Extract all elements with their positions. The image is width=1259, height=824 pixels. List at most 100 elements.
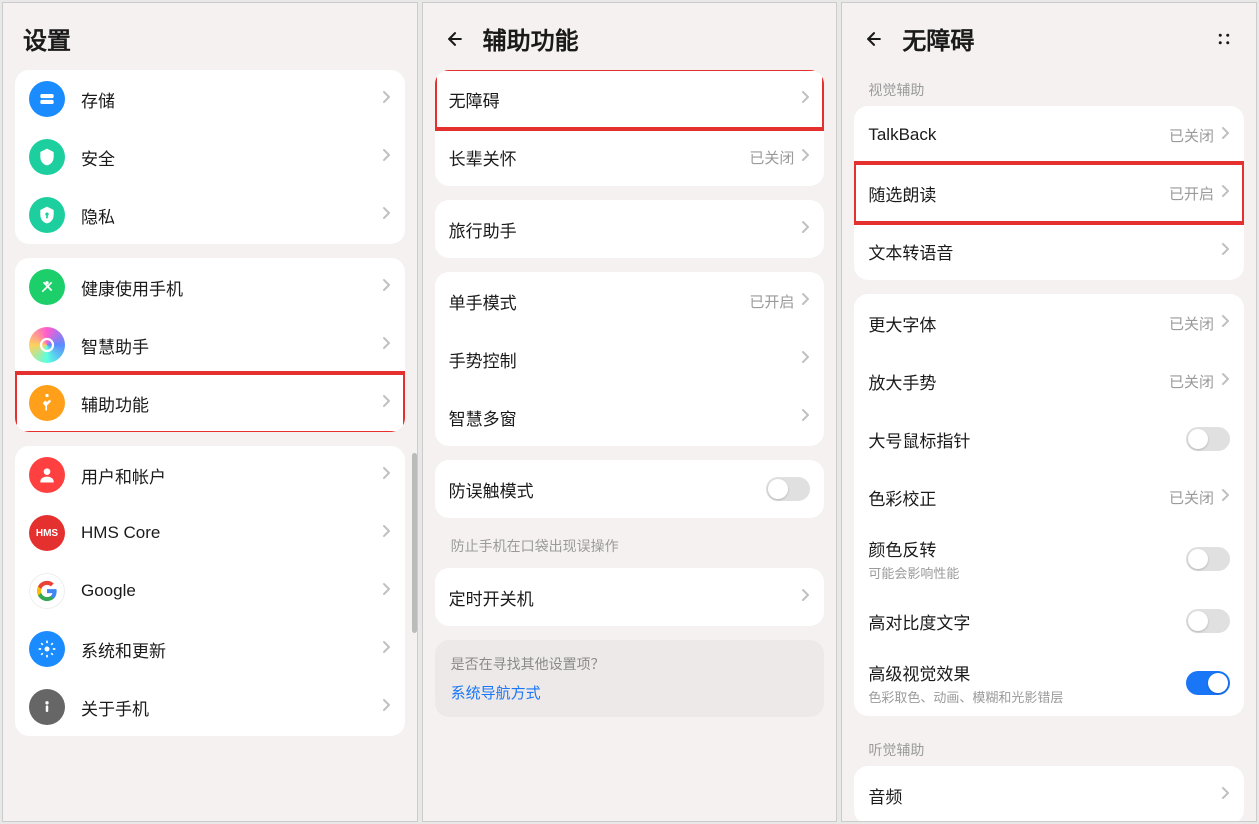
row-text: 放大手势 [868, 369, 1169, 394]
row-colorcorrect[interactable]: 色彩校正 已关闭 [854, 468, 1244, 526]
row-text: 系统和更新 [81, 637, 381, 662]
mistouch-toggle[interactable] [766, 477, 810, 501]
card: 防误触模式 [435, 460, 825, 518]
row-google[interactable]: Google [15, 562, 405, 620]
row-onehand[interactable]: 单手模式 已开启 [435, 272, 825, 330]
row-label: Google [81, 581, 381, 601]
row-mistouch[interactable]: 防误触模式 [435, 460, 825, 518]
row-sublabel: 可能会影响性能 [868, 563, 1186, 582]
back-button[interactable] [862, 27, 886, 51]
row-text: 辅助功能 [81, 391, 381, 416]
row-label: 防误触模式 [449, 477, 767, 502]
visualfx-toggle[interactable] [1186, 671, 1230, 695]
row-text: 健康使用手机 [81, 275, 381, 300]
row-value: 已关闭 [1169, 125, 1214, 146]
scrollbar[interactable] [412, 453, 417, 633]
chevron-right-icon [381, 640, 391, 659]
row-label: 高对比度文字 [868, 609, 1186, 634]
chevron-right-icon [381, 466, 391, 485]
row-text: 更大字体 [868, 311, 1169, 336]
card: TalkBack 已关闭 随选朗读 已开启 文本转语音 [854, 106, 1244, 280]
header: 设置 [3, 3, 417, 70]
row-invert[interactable]: 颜色反转 可能会影响性能 [854, 526, 1244, 592]
row-text: 安全 [81, 145, 381, 170]
row-magnify[interactable]: 放大手势 已关闭 [854, 352, 1244, 410]
row-travel[interactable]: 旅行助手 [435, 200, 825, 258]
row-label: 色彩校正 [868, 485, 1169, 510]
row-text: 单手模式 [449, 289, 750, 314]
card: 音频 [854, 766, 1244, 821]
row-visualfx[interactable]: 高级视觉效果 色彩取色、动画、模糊和光影错层 [854, 650, 1244, 716]
row-about[interactable]: 关于手机 [15, 678, 405, 736]
row-label: HMS Core [81, 523, 381, 543]
row-privacy[interactable]: 隐私 [15, 186, 405, 244]
row-bigcursor[interactable]: 大号鼠标指针 [854, 410, 1244, 468]
row-text: 颜色反转 可能会影响性能 [868, 536, 1186, 582]
google-icon [29, 573, 65, 609]
settings-list[interactable]: 存储 安全 隐私 健康使用手机 智慧助手 [3, 70, 417, 821]
row-label: TalkBack [868, 125, 1169, 145]
row-text: 关于手机 [81, 695, 381, 720]
hint-link[interactable]: 系统导航方式 [451, 682, 809, 703]
more-button[interactable] [1212, 27, 1236, 51]
row-label: 定时开关机 [449, 585, 801, 610]
row-health[interactable]: 健康使用手机 [15, 258, 405, 316]
privacy-icon [29, 197, 65, 233]
highcontrast-toggle[interactable] [1186, 609, 1230, 633]
row-highcontrast[interactable]: 高对比度文字 [854, 592, 1244, 650]
chevron-right-icon [1220, 314, 1230, 333]
row-text: 旅行助手 [449, 217, 801, 242]
row-label: 文本转语音 [868, 239, 1220, 264]
row-users[interactable]: 用户和帐户 [15, 446, 405, 504]
row-label: 高级视觉效果 [868, 660, 1186, 685]
row-select2speak[interactable]: 随选朗读 已开启 [854, 164, 1244, 222]
bigcursor-toggle[interactable] [1186, 427, 1230, 451]
row-value: 已关闭 [749, 147, 794, 168]
chevron-right-icon [800, 220, 810, 239]
invert-toggle[interactable] [1186, 547, 1230, 571]
chevron-right-icon [381, 278, 391, 297]
back-button[interactable] [443, 27, 467, 51]
row-storage[interactable]: 存储 [15, 70, 405, 128]
row-sublabel: 色彩取色、动画、模糊和光影错层 [868, 687, 1186, 706]
row-label: 大号鼠标指针 [868, 427, 1186, 452]
row-update[interactable]: 系统和更新 [15, 620, 405, 678]
chevron-right-icon [381, 698, 391, 717]
row-label: 系统和更新 [81, 637, 381, 662]
row-text: 智慧多窗 [449, 405, 801, 430]
row-bigfont[interactable]: 更大字体 已关闭 [854, 294, 1244, 352]
features-list[interactable]: 无障碍 长辈关怀 已关闭 旅行助手 单手模式 已开启 手势控制 [423, 70, 837, 821]
row-ai[interactable]: 智慧助手 [15, 316, 405, 374]
chevron-right-icon [381, 394, 391, 413]
row-audio[interactable]: 音频 [854, 766, 1244, 821]
row-a11y[interactable]: 无障碍 [435, 70, 825, 128]
a11y-list[interactable]: 视觉辅助 TalkBack 已关闭 随选朗读 已开启 文本转语音 更大字体 已关… [842, 70, 1256, 821]
row-gesture[interactable]: 手势控制 [435, 330, 825, 388]
row-text: 色彩校正 [868, 485, 1169, 510]
row-text: 大号鼠标指针 [868, 427, 1186, 452]
row-tts[interactable]: 文本转语音 [854, 222, 1244, 280]
row-accessibility[interactable]: 辅助功能 [15, 374, 405, 432]
row-text: 音频 [868, 783, 1220, 808]
row-text: TalkBack [868, 125, 1169, 145]
row-hms[interactable]: HMS HMS Core [15, 504, 405, 562]
chevron-right-icon [800, 90, 810, 109]
row-value: 已关闭 [1169, 487, 1214, 508]
row-elder[interactable]: 长辈关怀 已关闭 [435, 128, 825, 186]
row-schedule[interactable]: 定时开关机 [435, 568, 825, 626]
chevron-right-icon [381, 90, 391, 109]
row-multiwin[interactable]: 智慧多窗 [435, 388, 825, 446]
card: 单手模式 已开启 手势控制 智慧多窗 [435, 272, 825, 446]
row-label: 旅行助手 [449, 217, 801, 242]
row-talkback[interactable]: TalkBack 已关闭 [854, 106, 1244, 164]
row-text: HMS Core [81, 523, 381, 543]
users-icon [29, 457, 65, 493]
card: 定时开关机 [435, 568, 825, 626]
accessibility-icon [29, 385, 65, 421]
row-security[interactable]: 安全 [15, 128, 405, 186]
row-text: 文本转语音 [868, 239, 1220, 264]
row-label: 关于手机 [81, 695, 381, 720]
chevron-right-icon [381, 524, 391, 543]
ai-icon [29, 327, 65, 363]
card: 旅行助手 [435, 200, 825, 258]
